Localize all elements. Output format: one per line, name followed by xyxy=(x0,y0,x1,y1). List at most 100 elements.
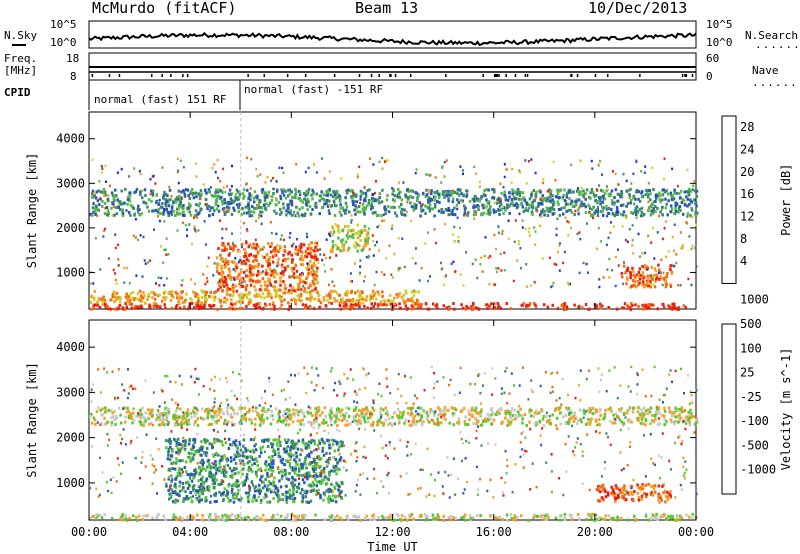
echo-cell xyxy=(166,210,170,214)
echo-cell xyxy=(465,251,468,254)
echo-cell xyxy=(258,213,261,217)
echo-cell xyxy=(401,237,404,240)
echo-cell xyxy=(412,417,415,421)
echo-cell xyxy=(652,226,654,230)
echo-cell xyxy=(182,165,185,169)
echo-cell xyxy=(206,280,209,283)
echo-cell xyxy=(592,216,595,220)
echo-cell xyxy=(113,295,117,299)
echo-cell xyxy=(626,202,630,205)
echo-cell xyxy=(313,241,317,245)
echo-cell xyxy=(117,243,120,247)
echo-cell xyxy=(478,180,481,184)
echo-cell xyxy=(472,197,475,201)
echo-cell xyxy=(230,212,234,216)
echo-cell xyxy=(427,279,430,283)
echo-cell xyxy=(114,233,117,236)
echo-cell xyxy=(220,304,223,308)
echo-cell xyxy=(647,303,651,306)
echo-cell xyxy=(213,500,217,504)
echo-cell xyxy=(641,303,644,307)
echo-cell xyxy=(613,196,616,199)
echo-cell xyxy=(292,286,295,290)
echo-cell xyxy=(582,261,585,265)
echo-cell xyxy=(275,272,279,276)
echo-cell xyxy=(284,250,287,254)
echo-cell xyxy=(272,438,275,442)
echo-cell xyxy=(503,190,506,194)
echo-cell xyxy=(213,298,216,302)
echo-cell xyxy=(288,289,291,292)
echo-cell xyxy=(237,210,240,214)
echo-cell xyxy=(186,515,189,519)
echo-cell xyxy=(139,234,142,237)
echo-cell xyxy=(192,445,196,449)
echo-cell xyxy=(390,227,393,230)
echo-cell xyxy=(260,222,263,226)
echo-cell xyxy=(356,231,359,235)
echo-cell xyxy=(223,275,227,279)
echo-cell xyxy=(282,253,285,257)
echo-cell xyxy=(279,212,282,216)
echo-cell xyxy=(562,212,565,216)
echo-cell xyxy=(339,239,343,243)
echo-cell xyxy=(188,484,191,488)
echo-cell xyxy=(270,442,273,446)
echo-cell xyxy=(174,500,177,504)
echo-cell xyxy=(228,287,231,291)
echo-cell xyxy=(356,249,359,253)
echo-cell xyxy=(328,296,332,300)
echo-cell xyxy=(333,284,336,288)
echo-cell xyxy=(293,442,297,446)
echo-cell xyxy=(207,190,210,194)
nave-dot xyxy=(410,74,412,77)
echo-cell xyxy=(212,274,215,277)
echo-cell xyxy=(669,191,673,195)
echo-cell xyxy=(656,206,659,210)
echo-cell xyxy=(690,208,694,212)
echo-cell xyxy=(424,212,427,216)
echo-cell xyxy=(322,197,325,201)
echo-cell xyxy=(526,285,529,288)
echo-cell xyxy=(144,194,147,197)
echo-cell xyxy=(567,283,570,286)
echo-cell xyxy=(613,213,616,217)
echo-cell xyxy=(429,275,431,278)
echo-cell xyxy=(495,247,497,251)
echo-cell xyxy=(292,242,295,246)
echo-cell xyxy=(331,280,334,283)
echo-cell xyxy=(192,516,195,520)
echo-cell xyxy=(262,518,265,522)
echo-cell xyxy=(256,244,260,248)
echo-cell xyxy=(687,515,691,519)
echo-cell xyxy=(277,471,281,475)
echo-cell xyxy=(305,189,308,193)
echo-cell xyxy=(213,163,216,166)
echo-cell xyxy=(420,266,423,270)
echo-cell xyxy=(484,236,487,239)
echo-cell xyxy=(264,268,268,272)
echo-cell xyxy=(649,213,653,217)
echo-cell xyxy=(313,297,316,301)
echo-cell xyxy=(319,194,322,198)
echo-cell xyxy=(626,518,629,522)
echo-cell xyxy=(203,438,206,442)
echo-cell xyxy=(339,206,343,210)
nave-dot xyxy=(304,74,307,77)
colorbar-label: Power [dB] xyxy=(779,164,793,236)
echo-cell xyxy=(426,515,429,518)
echo-cell xyxy=(398,302,401,306)
echo-cell xyxy=(89,295,92,299)
echo-cell xyxy=(650,241,653,244)
echo-cell xyxy=(301,465,304,469)
echo-cell xyxy=(322,296,326,300)
echo-cell xyxy=(521,205,525,209)
echo-cell xyxy=(359,238,362,242)
echo-cell xyxy=(449,514,453,518)
echo-cell xyxy=(676,184,679,188)
echo-cell xyxy=(277,438,280,442)
echo-cell xyxy=(279,238,282,241)
echo-cell xyxy=(270,179,273,182)
echo-cell xyxy=(174,515,177,519)
echo-cell xyxy=(215,207,219,211)
